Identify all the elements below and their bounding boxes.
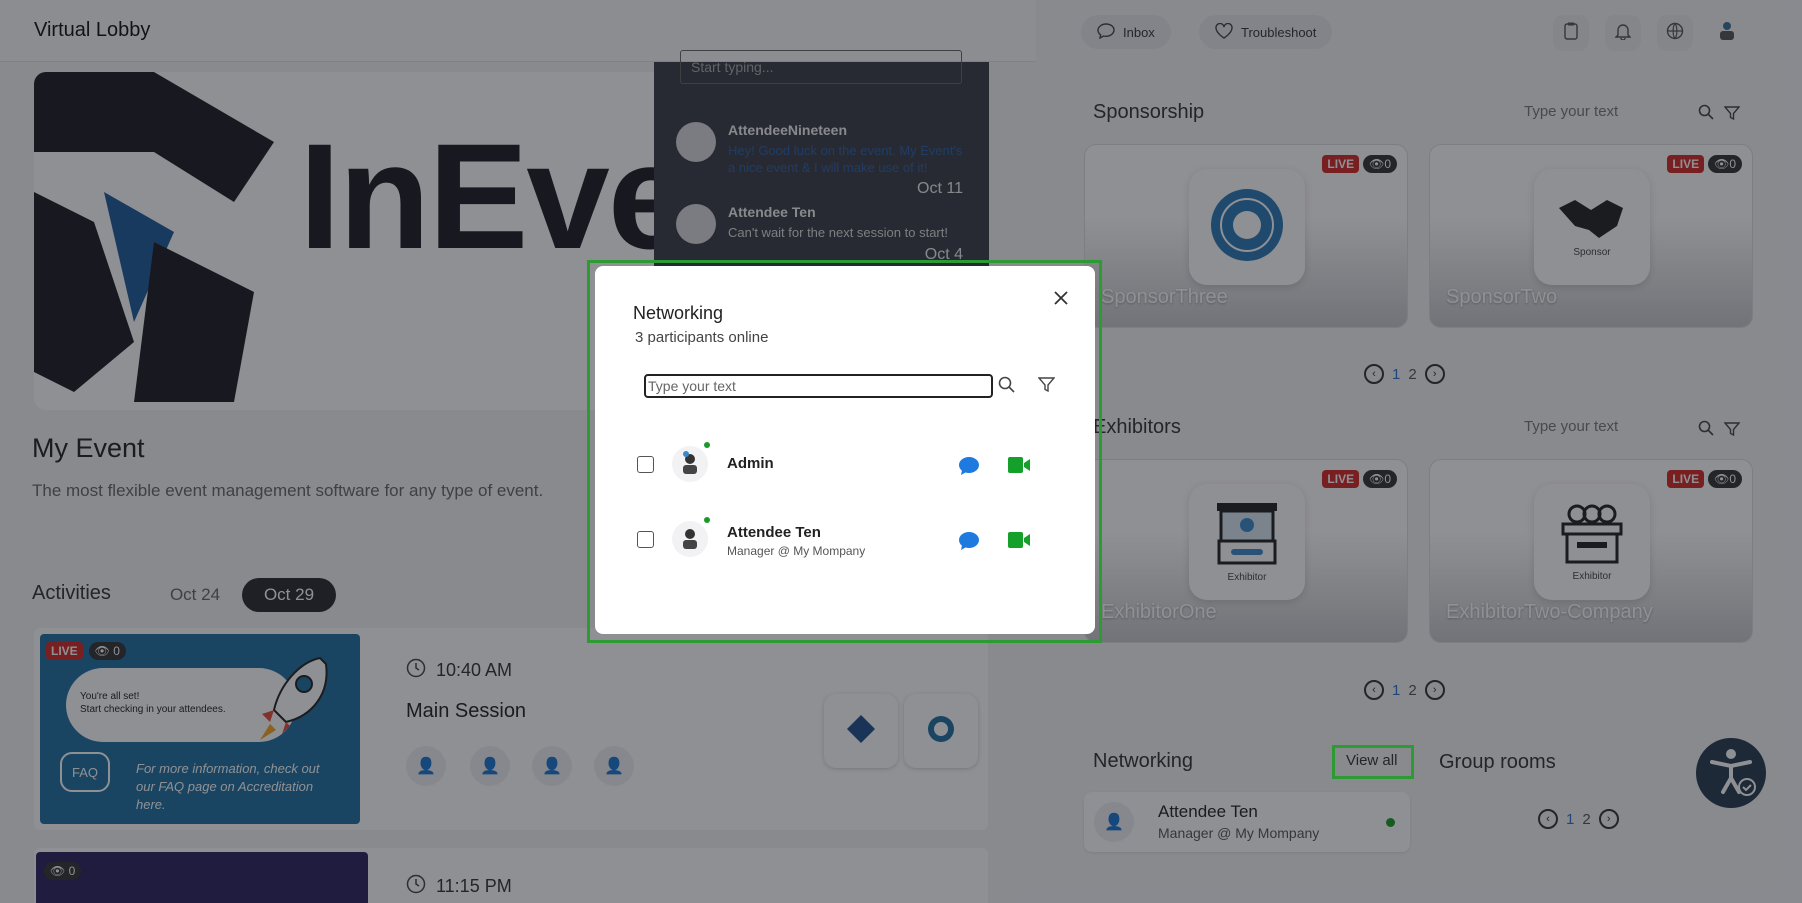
close-icon [1054, 285, 1068, 311]
modal-subtitle: 3 participants online [635, 329, 769, 346]
avatar [672, 446, 708, 482]
person-icon [683, 451, 697, 474]
participant-row[interactable]: Admin [635, 440, 1045, 490]
person-icon [683, 529, 697, 549]
online-status-dot [704, 442, 710, 448]
search-input[interactable] [644, 374, 993, 398]
search-icon[interactable] [998, 376, 1015, 398]
participant-row[interactable]: Attendee Ten Manager @ My Mompany [635, 515, 1045, 565]
participant-name: Admin [727, 455, 774, 472]
view-all-highlight [1332, 745, 1414, 779]
close-button[interactable] [1047, 284, 1075, 312]
participant-checkbox[interactable] [637, 456, 654, 473]
video-call-icon[interactable] [1007, 456, 1031, 479]
filter-icon[interactable] [1037, 376, 1056, 398]
modal-title: Networking [633, 303, 724, 323]
online-status-dot [704, 517, 710, 523]
chat-icon[interactable] [958, 456, 980, 481]
participant-subtitle: Manager @ My Mompany [727, 544, 866, 558]
avatar [672, 521, 708, 557]
networking-modal: Networking 3 participants online Admin A… [595, 266, 1095, 634]
participant-name: Attendee Ten [727, 524, 821, 541]
chat-icon[interactable] [958, 531, 980, 556]
participant-checkbox[interactable] [637, 531, 654, 548]
video-call-icon[interactable] [1007, 531, 1031, 554]
